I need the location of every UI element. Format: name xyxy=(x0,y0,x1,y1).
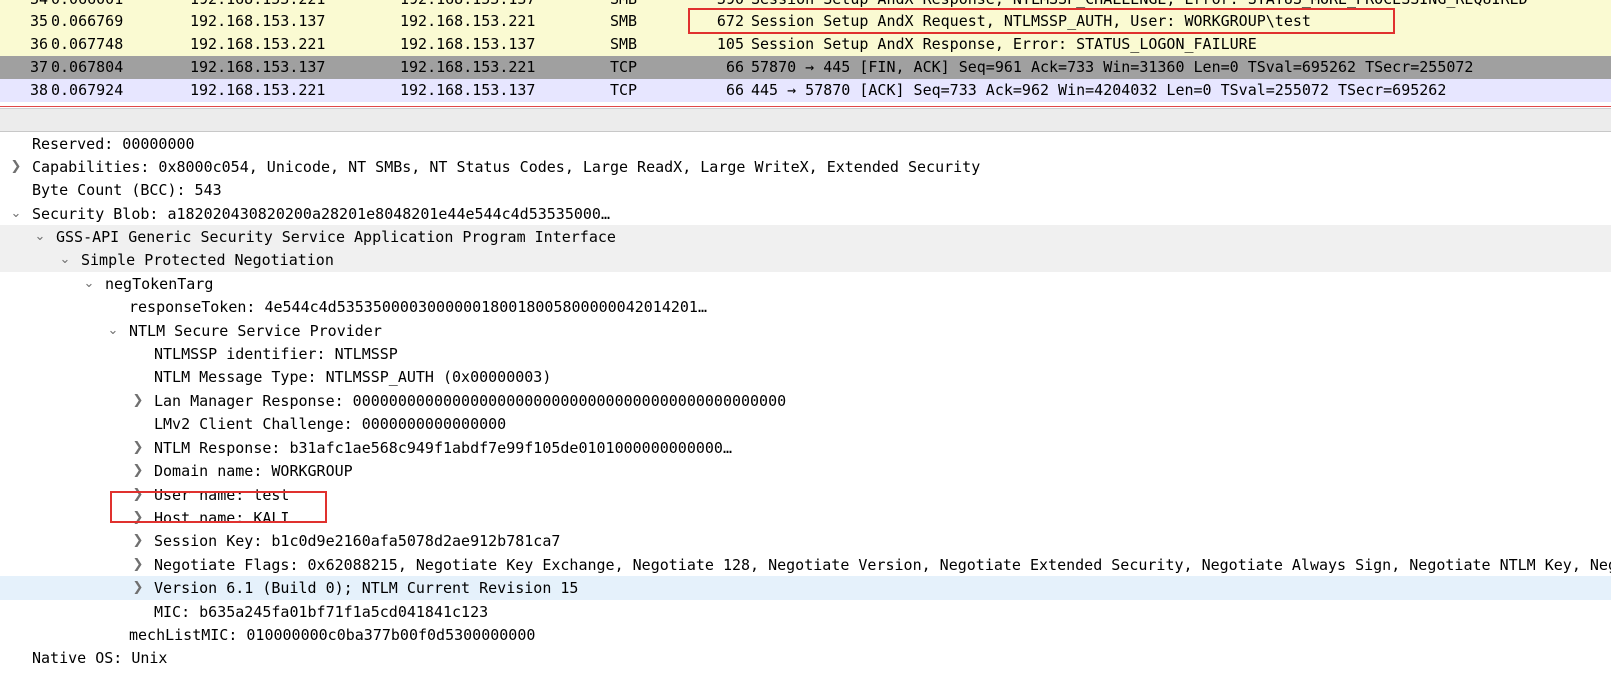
packet-row[interactable]: 37 0.067804 192.168.153.137 192.168.153.… xyxy=(0,56,1611,79)
chevron-right-icon[interactable]: ❯ xyxy=(132,553,144,577)
tree-item-text: Lan Manager Response: 000000000000000000… xyxy=(154,392,787,410)
tree-item-text: NTLM Secure Service Provider xyxy=(129,322,382,340)
tree-item-text: Version 6.1 (Build 0); NTLM Current Revi… xyxy=(154,579,579,597)
tree-item[interactable]: mechListMIC: 010000000c0ba377b00f0d53000… xyxy=(0,623,1611,647)
chevron-right-icon[interactable]: ❯ xyxy=(132,576,144,600)
packet-destination: 192.168.153.221 xyxy=(400,12,536,30)
tree-item[interactable]: ❯ Capabilities: 0x8000c054, Unicode, NT … xyxy=(0,155,1611,179)
tree-item[interactable]: NTLMSSP identifier: NTLMSSP xyxy=(0,342,1611,366)
tree-item-text: Native OS: Unix xyxy=(32,649,168,667)
tree-item-text: Negotiate Flags: 0x62088215, Negotiate K… xyxy=(154,556,1611,574)
chevron-down-icon[interactable]: ⌄ xyxy=(59,248,71,272)
packet-destination: 192.168.153.137 xyxy=(400,35,536,53)
chevron-right-icon[interactable]: ❯ xyxy=(132,389,144,413)
packet-row[interactable]: 38 0.067924 192.168.153.221 192.168.153.… xyxy=(0,79,1611,102)
tree-item[interactable]: ❯ Session Key: b1c0d9e2160afa5078d2ae912… xyxy=(0,529,1611,553)
packet-number: 38 xyxy=(29,81,48,99)
packet-protocol: SMB xyxy=(610,12,638,30)
tree-item-selected[interactable]: ❯ Version 6.1 (Build 0); NTLM Current Re… xyxy=(0,576,1611,600)
chevron-down-icon[interactable]: ⌄ xyxy=(34,225,46,249)
tree-item[interactable]: MIC: b635a245fa01bf71f1a5cd041841c123 xyxy=(0,600,1611,624)
tree-item[interactable]: responseToken: 4e544c4d53535000030000001… xyxy=(0,295,1611,319)
chevron-down-icon[interactable]: ⌄ xyxy=(107,319,119,343)
user-highlight-box xyxy=(688,8,1395,34)
packet-row[interactable]: 36 0.067748 192.168.153.221 192.168.153.… xyxy=(0,33,1611,56)
packet-source: 192.168.153.137 xyxy=(190,12,326,30)
tree-item-text: responseToken: 4e544c4d53535000030000001… xyxy=(129,298,707,316)
tree-item[interactable]: ⌄ NTLM Secure Service Provider xyxy=(0,319,1611,343)
packet-protocol: TCP xyxy=(610,58,638,76)
chevron-down-icon[interactable]: ⌄ xyxy=(10,202,22,226)
packet-source: 192.168.153.221 xyxy=(190,81,326,99)
packet-time: 0.067924 xyxy=(51,81,124,99)
tree-item-text: NTLMSSP identifier: NTLMSSP xyxy=(154,345,398,363)
chevron-right-icon[interactable]: ❯ xyxy=(10,155,22,179)
chevron-right-icon[interactable]: ❯ xyxy=(132,436,144,460)
tree-item-text: Reserved: 00000000 xyxy=(32,135,195,153)
tree-item[interactable]: ⌄ Simple Protected Negotiation xyxy=(0,248,1611,272)
chevron-down-icon[interactable]: ⌄ xyxy=(83,272,95,296)
tree-item[interactable]: Byte Count (BCC): 543 xyxy=(0,178,1611,202)
pane-splitter[interactable] xyxy=(0,108,1611,132)
tree-item-text: NTLM Message Type: NTLMSSP_AUTH (0x00000… xyxy=(154,368,552,386)
chevron-right-icon[interactable]: ❯ xyxy=(132,459,144,483)
packet-protocol: TCP xyxy=(610,81,638,99)
packet-time: 0.067804 xyxy=(51,58,124,76)
packet-number: 37 xyxy=(29,58,48,76)
packet-source: 192.168.153.137 xyxy=(190,58,326,76)
tree-item[interactable]: ❯ Negotiate Flags: 0x62088215, Negotiate… xyxy=(0,553,1611,577)
packet-info: 445 → 57870 [ACK] Seq=733 Ack=962 Win=42… xyxy=(751,81,1447,99)
packet-length: 66 xyxy=(725,81,744,99)
tree-item[interactable]: Native OS: Unix xyxy=(0,646,1611,670)
tree-item[interactable]: Reserved: 00000000 xyxy=(0,132,1611,156)
tree-item-text: LMv2 Client Challenge: 0000000000000000 xyxy=(154,415,507,433)
packet-length: 66 xyxy=(725,58,744,76)
packet-details-tree: Reserved: 00000000 ❯ Capabilities: 0x800… xyxy=(0,132,1611,686)
tree-item-text: MIC: b635a245fa01bf71f1a5cd041841c123 xyxy=(154,603,489,621)
tree-item-text: negTokenTarg xyxy=(105,275,214,293)
tree-item-text: GSS-API Generic Security Service Applica… xyxy=(56,228,616,246)
username-highlight-box xyxy=(110,491,327,523)
tree-item-text: Byte Count (BCC): 543 xyxy=(32,181,222,199)
chevron-right-icon[interactable]: ❯ xyxy=(132,529,144,553)
tree-item[interactable]: ⌄ GSS-API Generic Security Service Appli… xyxy=(0,225,1611,249)
packet-list-border xyxy=(0,106,1611,107)
packet-destination: 192.168.153.137 xyxy=(400,81,536,99)
tree-item[interactable]: ❯ NTLM Response: b31afc1ae568c949f1abdf7… xyxy=(0,436,1611,460)
packet-protocol: SMB xyxy=(610,35,638,53)
packet-destination: 192.168.153.221 xyxy=(400,58,536,76)
packet-length: 105 xyxy=(716,35,744,53)
tree-item[interactable]: NTLM Message Type: NTLMSSP_AUTH (0x00000… xyxy=(0,365,1611,389)
tree-item-text: NTLM Response: b31afc1ae568c949f1abdf7e9… xyxy=(154,439,732,457)
packet-info: Session Setup AndX Response, Error: STAT… xyxy=(751,35,1257,53)
packet-number: 35 xyxy=(29,12,48,30)
packet-time: 0.067748 xyxy=(51,35,124,53)
tree-item[interactable]: LMv2 Client Challenge: 0000000000000000 xyxy=(0,412,1611,436)
tree-item-text: Capabilities: 0x8000c054, Unicode, NT SM… xyxy=(32,158,981,176)
packet-info: 57870 → 445 [FIN, ACK] Seq=961 Ack=733 W… xyxy=(751,58,1474,76)
packet-source: 192.168.153.221 xyxy=(190,35,326,53)
tree-item[interactable]: ❯ Domain name: WORKGROUP xyxy=(0,459,1611,483)
packet-number: 36 xyxy=(29,35,48,53)
packet-time: 0.066769 xyxy=(51,12,124,30)
tree-item[interactable]: ❯ Lan Manager Response: 0000000000000000… xyxy=(0,389,1611,413)
tree-item-text: Security Blob: a182020430820200a28201e80… xyxy=(32,205,610,223)
tree-item-text: mechListMIC: 010000000c0ba377b00f0d53000… xyxy=(129,626,536,644)
tree-item[interactable]: ⌄ Security Blob: a182020430820200a28201e… xyxy=(0,202,1611,226)
tree-item[interactable]: ⌄ negTokenTarg xyxy=(0,272,1611,296)
tree-item-text: Session Key: b1c0d9e2160afa5078d2ae912b7… xyxy=(154,532,561,550)
tree-item-text: Domain name: WORKGROUP xyxy=(154,462,353,480)
tree-item-text: Simple Protected Negotiation xyxy=(81,251,334,269)
